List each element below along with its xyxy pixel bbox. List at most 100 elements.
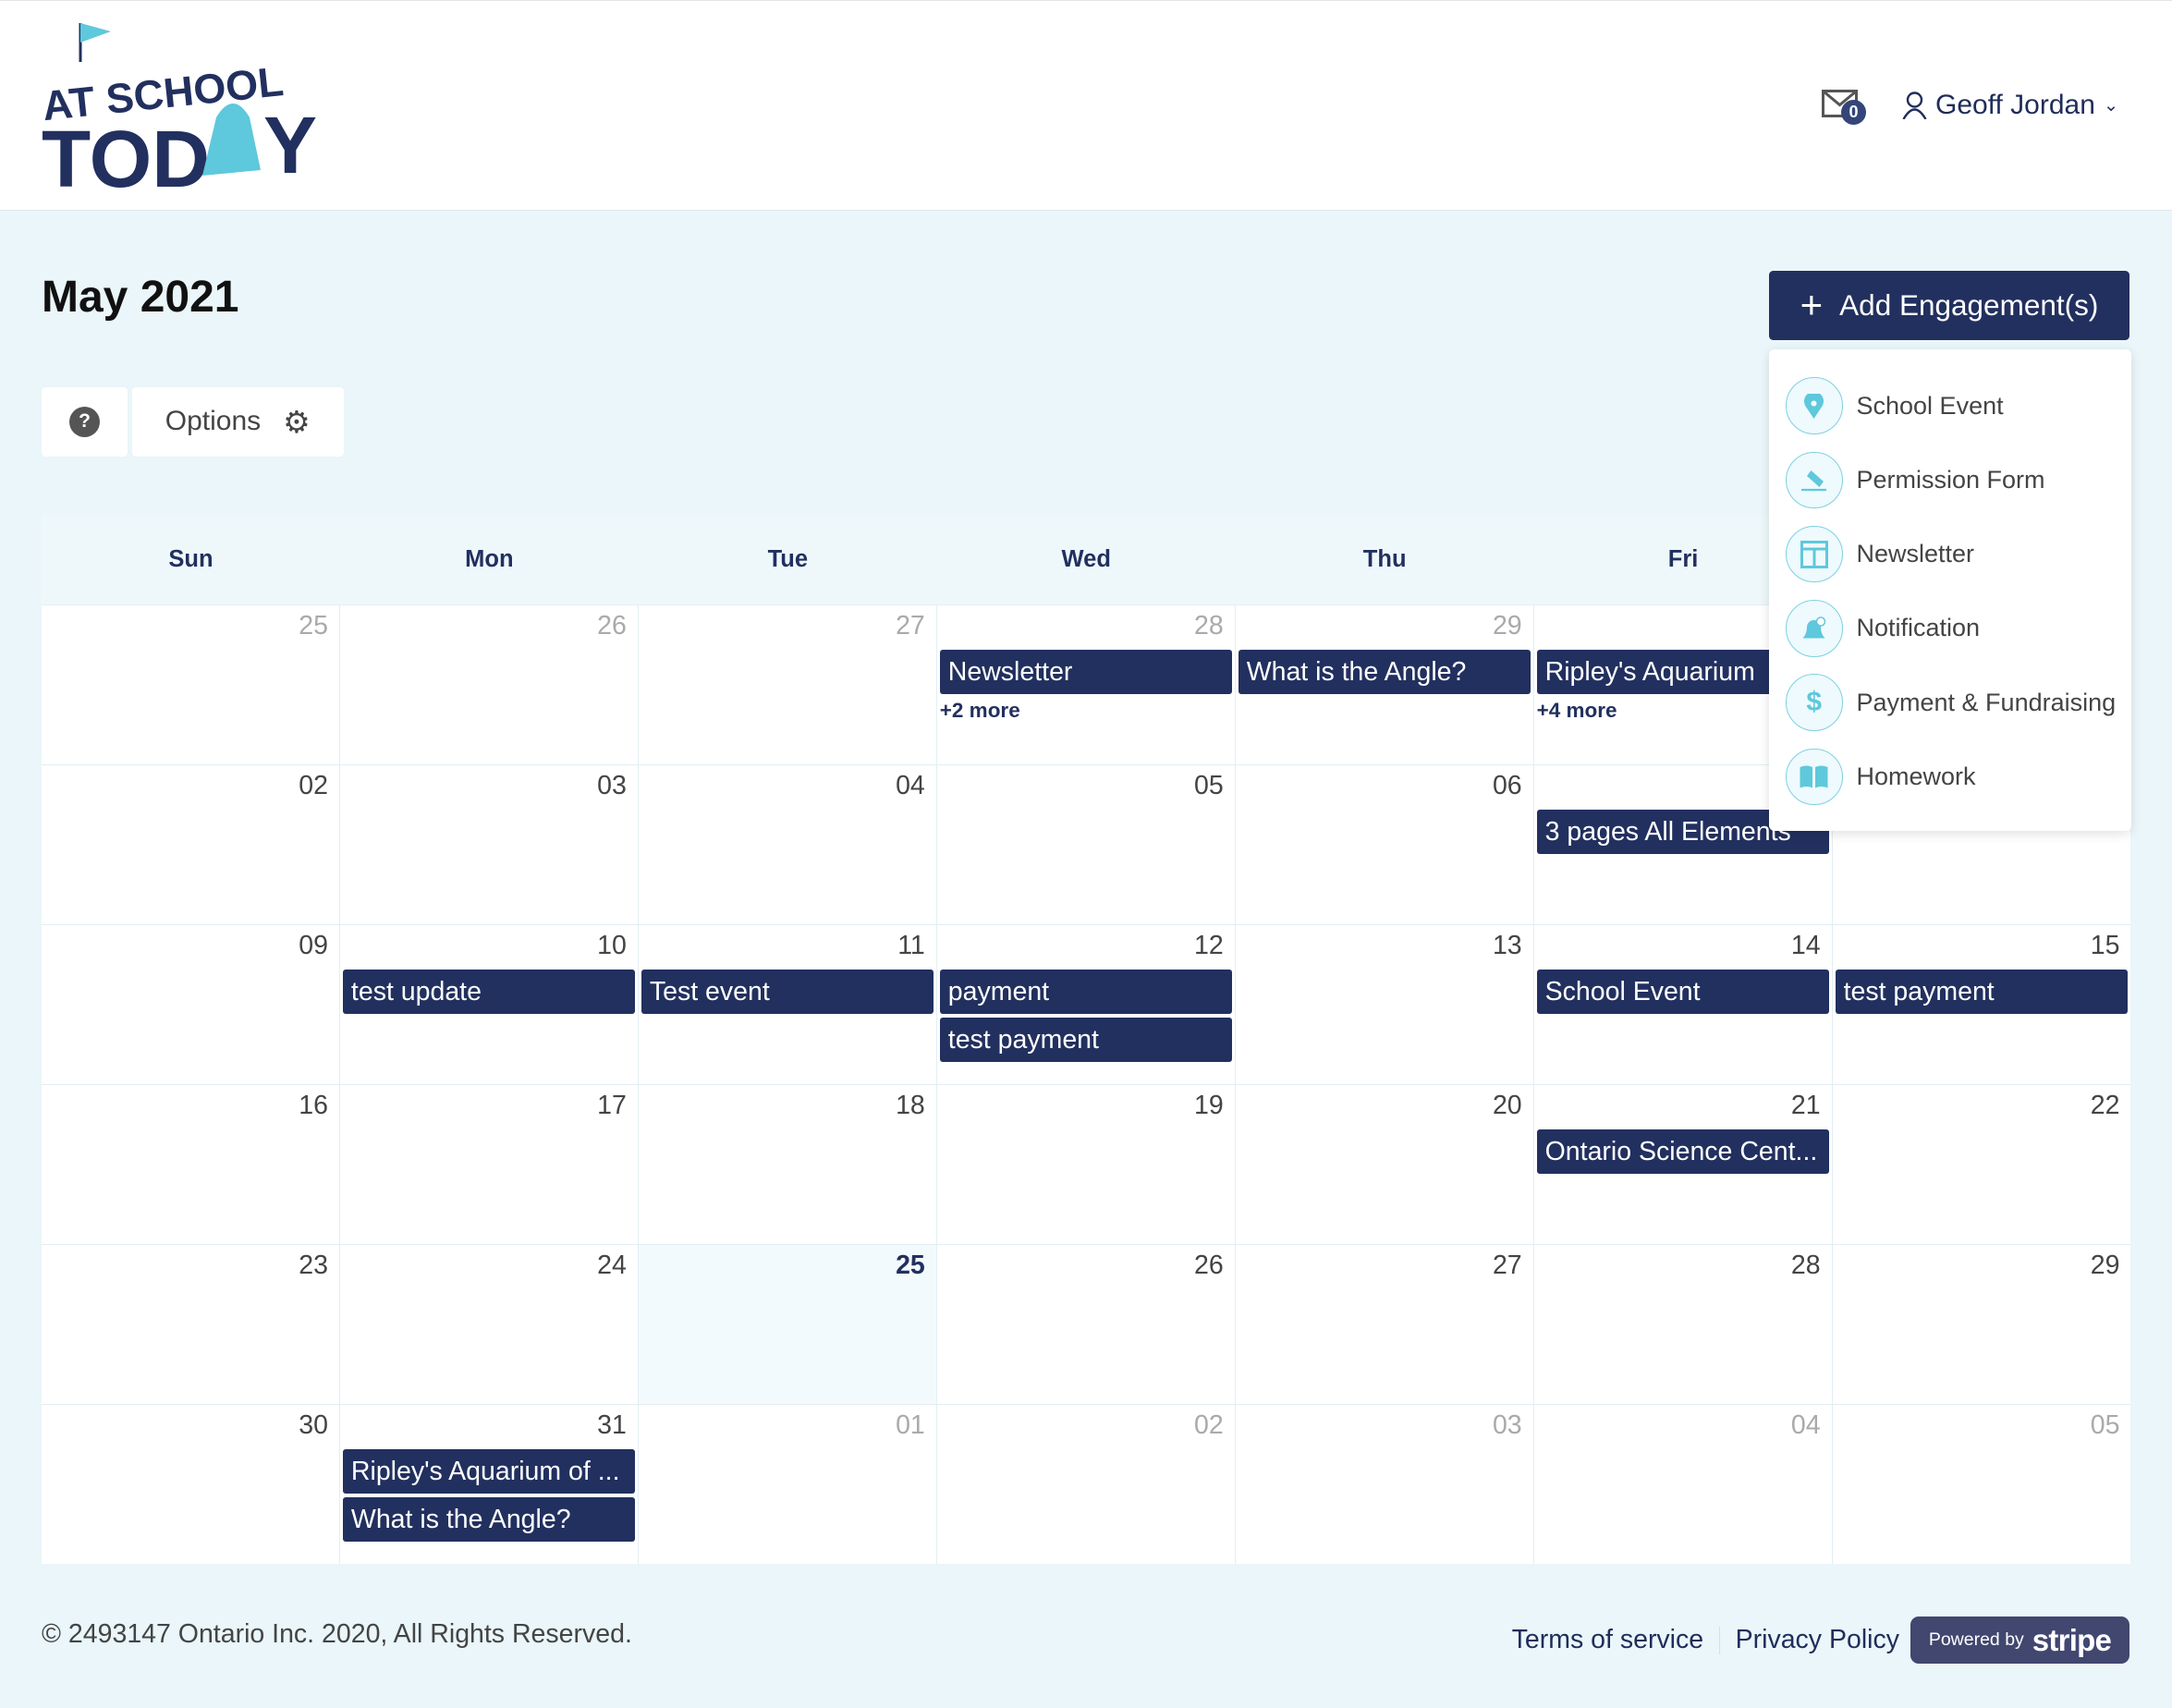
messages-button[interactable]: 0 xyxy=(1822,90,1866,126)
day-number: 21 xyxy=(1790,1090,1821,1120)
dropdown-item-school-event[interactable]: School Event xyxy=(1769,369,2131,443)
calendar-day[interactable]: 27 xyxy=(1235,1243,1534,1404)
calendar-day[interactable]: 02 xyxy=(42,763,340,924)
pen-icon xyxy=(1786,451,1843,509)
calendar-day[interactable]: 03 xyxy=(1235,1403,1534,1564)
privacy-link[interactable]: Privacy Policy xyxy=(1736,1625,1899,1655)
add-engagement-dropdown: School Event Permission Form Newsletter Not… xyxy=(1769,349,2131,831)
calendar-day[interactable]: 18 xyxy=(638,1083,937,1244)
calendar-day[interactable]: 04 xyxy=(1533,1403,1833,1564)
day-number: 15 xyxy=(2090,930,2120,960)
calendar-day[interactable]: 29 What is the Angle? xyxy=(1235,604,1534,764)
day-number: 02 xyxy=(1194,1409,1224,1440)
day-number: 14 xyxy=(1790,930,1821,960)
calendar-event[interactable]: test update xyxy=(342,969,635,1014)
calendar-day[interactable]: 25 xyxy=(638,1243,937,1404)
day-number: 30 xyxy=(299,1409,328,1440)
calendar-event[interactable]: Newsletter xyxy=(939,650,1232,694)
calendar-day[interactable]: 21 Ontario Science Cent... xyxy=(1533,1083,1833,1244)
calendar-day[interactable]: 12 payment test payment xyxy=(936,923,1236,1084)
dropdown-item-label: School Event xyxy=(1856,391,2004,420)
day-number: 31 xyxy=(597,1409,627,1440)
calendar-day[interactable]: 22 xyxy=(1832,1083,2131,1244)
day-number: 05 xyxy=(2090,1409,2120,1440)
book-icon xyxy=(1786,748,1843,806)
day-number: 03 xyxy=(1492,1409,1522,1440)
calendar-event[interactable]: What is the Angle? xyxy=(1238,650,1531,694)
day-number: 12 xyxy=(1194,930,1224,960)
calendar-day[interactable]: 29 xyxy=(1832,1243,2131,1404)
layout-icon xyxy=(1786,525,1843,583)
calendar-day[interactable]: 05 xyxy=(936,763,1236,924)
calendar-day[interactable]: 28 xyxy=(1533,1243,1833,1404)
calendar-week: 09 10 test update 11 Test event 12 payment test… xyxy=(42,923,2131,1084)
calendar-event[interactable]: School Event xyxy=(1536,969,1829,1014)
day-number: 28 xyxy=(1194,611,1224,640)
user-menu[interactable]: Geoff Jordan ⌄ xyxy=(1902,90,2118,121)
dropdown-item-permission-form[interactable]: Permission Form xyxy=(1769,443,2131,517)
day-number: 04 xyxy=(896,770,925,800)
calendar-day[interactable]: 26 xyxy=(339,604,639,764)
calendar-day[interactable]: 24 xyxy=(339,1243,639,1404)
day-number: 16 xyxy=(299,1090,328,1120)
calendar-event[interactable]: Ripley's Aquarium of ... xyxy=(342,1448,635,1494)
calendar-event[interactable]: payment xyxy=(939,969,1232,1014)
add-engagement-label: Add Engagement(s) xyxy=(1839,287,2099,322)
calendar-day[interactable]: 02 xyxy=(936,1403,1236,1564)
calendar-day[interactable]: 28 Newsletter +2 more xyxy=(936,604,1236,764)
day-header-mon: Mon xyxy=(465,545,514,572)
day-number: 09 xyxy=(299,930,328,960)
options-button[interactable]: Options ⚙ xyxy=(131,386,344,457)
calendar-day[interactable]: 25 xyxy=(42,604,340,764)
gear-icon: ⚙ xyxy=(283,404,311,439)
calendar-event[interactable]: test payment xyxy=(1835,969,2129,1014)
calendar-event[interactable]: Ontario Science Cent... xyxy=(1536,1128,1829,1174)
calendar-day[interactable]: 19 xyxy=(936,1083,1236,1244)
dropdown-item-notification[interactable]: Notification xyxy=(1769,592,2131,665)
dropdown-item-homework[interactable]: Homework xyxy=(1769,739,2131,813)
dropdown-item-newsletter[interactable]: Newsletter xyxy=(1769,518,2131,592)
terms-link[interactable]: Terms of service xyxy=(1512,1625,1703,1655)
calendar-day[interactable]: 06 xyxy=(1235,763,1534,924)
calendar-day[interactable]: 03 xyxy=(339,763,639,924)
calendar-week: 30 31 Ripley's Aquarium of ... What is the … xyxy=(42,1403,2131,1564)
day-number: 02 xyxy=(299,770,328,800)
dropdown-item-label: Permission Form xyxy=(1856,465,2045,494)
calendar-day[interactable]: 20 xyxy=(1235,1083,1534,1244)
dropdown-item-payment-fundraising[interactable]: $ Payment & Fundraising xyxy=(1769,665,2131,739)
user-icon xyxy=(1902,92,1927,119)
calendar-day[interactable]: 13 xyxy=(1235,923,1534,1084)
calendar-day[interactable]: 17 xyxy=(339,1083,639,1244)
top-header: AT SCHOOL TOD Y 0 Geoff Jordan ⌄ xyxy=(0,0,2172,211)
dropdown-item-label: Payment & Fundraising xyxy=(1856,688,2117,716)
calendar-day[interactable]: 15 test payment xyxy=(1832,923,2131,1084)
user-name: Geoff Jordan xyxy=(1935,90,2095,120)
calendar-event[interactable]: What is the Angle? xyxy=(342,1497,635,1543)
calendar-day[interactable]: 23 xyxy=(42,1243,340,1404)
calendar-day[interactable]: 31 Ripley's Aquarium of ... What is the An… xyxy=(339,1403,639,1564)
svg-text:TOD: TOD xyxy=(42,115,210,198)
calendar-day[interactable]: 14 School Event xyxy=(1533,923,1833,1084)
calendar-day[interactable]: 10 test update xyxy=(339,923,639,1084)
calendar-day[interactable]: 05 xyxy=(1832,1403,2131,1564)
dollar-icon: $ xyxy=(1786,674,1843,731)
calendar-day[interactable]: 04 xyxy=(638,763,937,924)
calendar-event[interactable]: test payment xyxy=(939,1018,1232,1063)
calendar-day[interactable]: 16 xyxy=(42,1083,340,1244)
at-school-today-logo[interactable]: AT SCHOOL TOD Y xyxy=(39,20,323,198)
day-number: 23 xyxy=(299,1250,328,1280)
add-engagement-button[interactable]: + Add Engagement(s) xyxy=(1769,270,2129,340)
calendar-event[interactable]: Test event xyxy=(641,969,933,1014)
day-number: 18 xyxy=(896,1090,925,1120)
calendar-day[interactable]: 27 xyxy=(638,604,937,764)
day-number: 22 xyxy=(2090,1090,2120,1120)
calendar-day[interactable]: 11 Test event xyxy=(638,923,937,1084)
help-button[interactable]: ? xyxy=(42,386,128,457)
powered-by-stripe-badge[interactable]: Powered by stripe xyxy=(1910,1616,2129,1664)
more-events-link[interactable]: +2 more xyxy=(938,699,1234,723)
calendar-day[interactable]: 01 xyxy=(638,1403,937,1564)
calendar-day[interactable]: 30 xyxy=(42,1403,340,1564)
calendar-day[interactable]: 26 xyxy=(936,1243,1236,1404)
calendar-day[interactable]: 09 xyxy=(42,923,340,1084)
bell-icon xyxy=(1786,600,1843,657)
